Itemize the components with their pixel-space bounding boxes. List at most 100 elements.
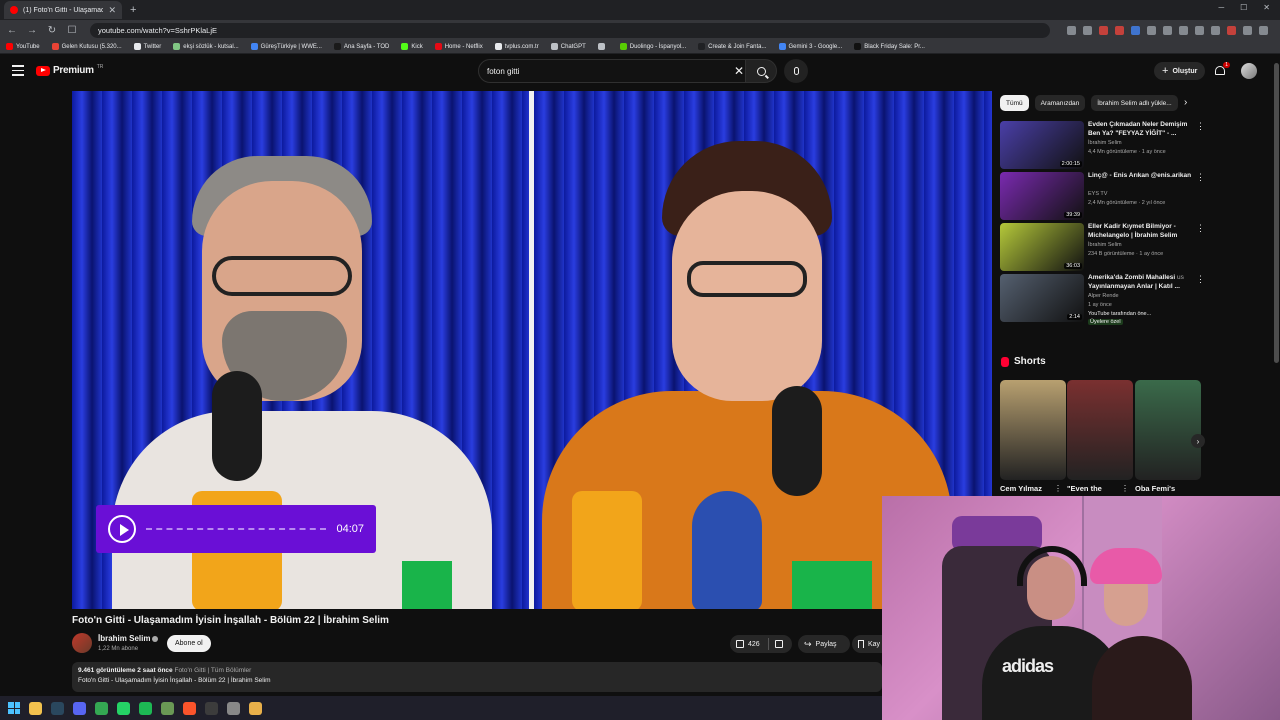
extension-icon[interactable] [1179, 25, 1188, 35]
video-thumbnail[interactable]: 36:03 [1000, 223, 1084, 271]
extension-icon[interactable] [1099, 25, 1108, 35]
back-icon[interactable]: ← [6, 25, 18, 36]
search-input[interactable]: foton gitti ✕ [478, 59, 750, 83]
reload-icon[interactable]: ↻ [46, 25, 58, 36]
shorts-next-icon[interactable]: › [1191, 434, 1205, 448]
bookmark-item[interactable]: Kick [401, 43, 423, 50]
create-button[interactable]: + Oluştur [1154, 62, 1206, 80]
play-icon[interactable] [108, 515, 136, 543]
short-thumbnail[interactable] [1000, 380, 1066, 480]
extension-icon[interactable] [1067, 25, 1076, 35]
bookmark-item[interactable]: ChatGPT [550, 43, 586, 50]
channel-avatar[interactable] [72, 633, 92, 653]
discord-icon[interactable] [73, 701, 86, 715]
channel-name[interactable]: Alper Rende [1088, 293, 1119, 299]
short-thumbnail[interactable] [1067, 380, 1133, 480]
minimize-icon[interactable]: ─ [1218, 3, 1224, 12]
maximize-icon[interactable]: ☐ [1240, 3, 1247, 12]
bookmark-item[interactable]: ekşi sözlük - kutsal... [173, 43, 239, 50]
video-title[interactable]: Evden Çıkmadan Neler Demişim Ben Ya? "FE… [1088, 121, 1192, 138]
description-box[interactable]: 9.461 görüntüleme 2 saat önce Foto'n Git… [72, 662, 882, 692]
whatsapp-icon[interactable] [117, 701, 130, 715]
channel-name[interactable]: EYS TV [1088, 191, 1107, 197]
spotify-icon[interactable] [139, 701, 152, 715]
extension-icon[interactable] [1243, 25, 1252, 35]
video-title[interactable]: Amerika'da Zombi Mahallesi us Yayınlanma… [1088, 274, 1192, 291]
video-thumbnail[interactable]: 2:00:15 [1000, 121, 1084, 169]
more-options-icon[interactable]: ⋮ [1196, 274, 1205, 285]
video-thumbnail[interactable]: 2:14 [1000, 274, 1084, 322]
channel-name[interactable]: İbrahim Selim [1088, 242, 1122, 248]
video-thumbnail[interactable]: 39:39 [1000, 172, 1084, 220]
short-title[interactable]: Oba Femi's [1135, 484, 1175, 493]
steam-icon[interactable] [51, 701, 64, 715]
bookmark-icon[interactable]: ☐ [66, 25, 78, 36]
bookmark-item[interactable]: Black Friday Sale: Pr... [854, 43, 925, 50]
bookmark-item[interactable]: tvplus.com.tr [494, 43, 539, 50]
voice-search-button[interactable] [784, 59, 808, 83]
filter-chip[interactable]: Tümü [1000, 95, 1029, 111]
forward-icon[interactable]: → [26, 25, 38, 36]
extension-icon[interactable] [1227, 25, 1236, 35]
more-options-icon[interactable]: ⋮ [1196, 172, 1205, 183]
address-bar[interactable]: youtube.com/watch?v=SshrPKlaLjE [90, 22, 1050, 38]
extension-icon[interactable] [1115, 25, 1124, 35]
recommended-video[interactable]: 2:00:15 Evden Çıkmadan Neler Demişim Ben … [1000, 121, 1205, 169]
share-button[interactable]: ↪ Paylaş [798, 635, 850, 653]
hashtags[interactable]: Foto'n Gitti | Tüm Bölümler [174, 667, 251, 674]
like-icon[interactable] [736, 640, 744, 648]
brave-icon[interactable] [183, 701, 196, 715]
bookmark-item[interactable]: Gelen Kutusu (5.320... [51, 43, 122, 50]
more-options-icon[interactable]: ⋮ [1121, 484, 1129, 493]
notifications-bell-icon[interactable]: 1 [1214, 62, 1230, 78]
recommended-video[interactable]: 36:03 Eller Kadir Kıymet Bilmiyor - Miche… [1000, 223, 1205, 271]
more-options-icon[interactable]: ⋮ [1196, 223, 1205, 234]
notepad-icon[interactable] [161, 701, 174, 715]
channel-name[interactable]: İbrahim Selim [1088, 140, 1122, 146]
audio-progress-track[interactable] [146, 528, 327, 530]
filter-chip[interactable]: İbrahim Selim adlı yükle... [1091, 95, 1178, 111]
account-avatar[interactable] [1241, 63, 1257, 79]
new-tab-icon[interactable]: + [130, 4, 136, 16]
more-options-icon[interactable]: ⋮ [1196, 121, 1205, 132]
bookmark-item[interactable]: Twitter [133, 43, 161, 50]
bookmark-item[interactable]: GüreşTürkiye | WWE... [250, 43, 322, 50]
extension-icon[interactable] [1163, 25, 1172, 35]
extension-icon[interactable] [1147, 25, 1156, 35]
video-title[interactable]: Eller Kadir Kıymet Bilmiyor - Michelange… [1088, 223, 1192, 240]
tool-icon[interactable] [249, 701, 262, 715]
short-title[interactable]: "Even the [1067, 484, 1102, 493]
recommended-video[interactable]: 2:14 Amerika'da Zombi Mahallesi us Yayınl… [1000, 274, 1205, 325]
short-thumbnail[interactable] [1135, 380, 1201, 480]
bookmark-item[interactable]: Create & Join Fanta... [698, 43, 767, 50]
file-explorer-icon[interactable] [29, 701, 42, 715]
obs-icon[interactable] [205, 701, 218, 715]
bookmark-item[interactable] [597, 43, 608, 50]
short-title[interactable]: Cem Yılmaz [1000, 484, 1042, 493]
subscribe-button[interactable]: Abone ol [167, 635, 211, 652]
menu-dots-icon[interactable] [1259, 25, 1268, 35]
youtube-logo[interactable]: Premium TR [36, 64, 103, 76]
page-scrollbar[interactable] [1273, 55, 1280, 496]
clock-icon[interactable] [227, 701, 240, 715]
close-tab-icon[interactable]: ✕ [108, 5, 116, 16]
chrome-icon[interactable] [95, 701, 108, 715]
extension-icon[interactable] [1211, 25, 1220, 35]
like-count[interactable]: 426 [748, 641, 760, 648]
channel-name-row[interactable]: İbrahim Selim [98, 634, 159, 643]
bookmark-item[interactable]: YouTube [6, 43, 40, 50]
filter-chip[interactable]: Aramanızdan [1034, 95, 1086, 111]
browser-tab[interactable]: (1) Foto'n Gitti - Ulaşamadım İyisin İnş… [4, 1, 122, 19]
extension-icon[interactable] [1131, 25, 1140, 35]
bookmark-item[interactable]: Ana Sayfa - TOD [333, 43, 389, 50]
scrollbar-thumb[interactable] [1274, 63, 1279, 363]
dislike-icon[interactable] [774, 640, 783, 648]
windows-start-icon[interactable] [8, 702, 20, 714]
extension-icon[interactable] [1083, 25, 1092, 35]
more-options-icon[interactable]: ⋮ [1054, 484, 1062, 493]
close-window-icon[interactable]: ✕ [1263, 3, 1270, 12]
extension-icon[interactable] [1195, 25, 1204, 35]
recommended-video[interactable]: 39:39 Linç@ - Enis Arıkan @enis.arikan EYS… [1000, 172, 1205, 220]
bookmark-item[interactable]: Home - Netflix [434, 43, 483, 50]
search-button[interactable] [745, 59, 777, 83]
